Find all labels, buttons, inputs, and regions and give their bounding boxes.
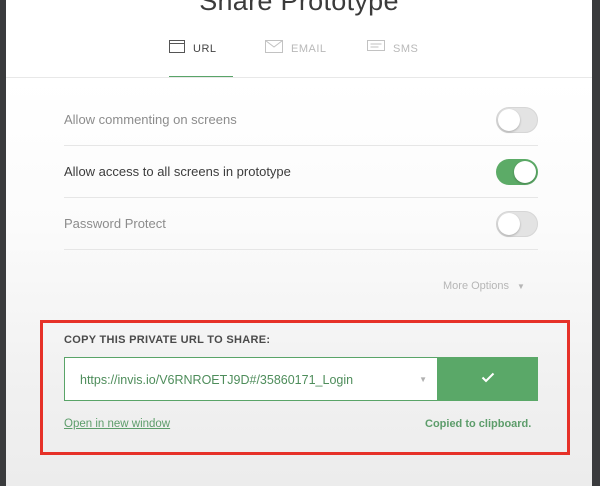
toggle-knob — [514, 161, 536, 183]
password-protect-toggle[interactable] — [496, 211, 538, 237]
tab-email-label: EMAIL — [291, 43, 327, 55]
toggle-knob — [498, 213, 520, 235]
private-url-select[interactable]: https://invis.io/V6RNROETJ9D#/35860171_L… — [64, 357, 437, 401]
more-options-label: More Options — [443, 280, 510, 292]
access-all-screens-toggle[interactable] — [496, 159, 538, 185]
setting-label: Allow commenting on screens — [64, 112, 237, 127]
share-tabs: URL EMAIL SMS — [6, 40, 592, 78]
setting-row-access-all-screens: Allow access to all screens in prototype — [64, 146, 538, 198]
copy-url-button[interactable] — [437, 357, 538, 401]
checkmark-icon — [481, 370, 495, 388]
browser-window-icon — [169, 40, 185, 56]
tab-sms-label: SMS — [393, 43, 419, 55]
setting-row-password: Password Protect — [64, 198, 538, 250]
chat-bubble-icon — [367, 40, 385, 56]
tab-url[interactable]: URL — [169, 40, 233, 78]
commenting-toggle[interactable] — [496, 107, 538, 133]
dropdown-caret-icon: ▼ — [419, 375, 427, 384]
tab-sms[interactable]: SMS — [367, 40, 418, 78]
tabs-divider — [6, 77, 592, 78]
tab-email[interactable]: EMAIL — [265, 40, 327, 78]
private-url-value: https://invis.io/V6RNROETJ9D#/35860171_L… — [80, 373, 354, 387]
tab-url-label: URL — [193, 43, 217, 55]
more-options-button[interactable]: More Options ▼ — [443, 280, 525, 292]
setting-row-commenting: Allow commenting on screens — [64, 94, 538, 146]
share-prototype-modal: Share Prototype URL EMAIL SMS Allow comm… — [6, 0, 592, 486]
open-in-new-window-link[interactable]: Open in new window — [64, 418, 170, 430]
setting-label: Password Protect — [64, 216, 166, 231]
caret-down-icon: ▼ — [517, 281, 525, 291]
copy-url-heading: COPY THIS PRIVATE URL TO SHARE: — [64, 334, 271, 346]
setting-label: Allow access to all screens in prototype — [64, 164, 291, 179]
toggle-knob — [498, 109, 520, 131]
page-title: Share Prototype — [199, 0, 399, 16]
envelope-icon — [265, 40, 283, 56]
copied-status: Copied to clipboard. — [425, 418, 532, 430]
